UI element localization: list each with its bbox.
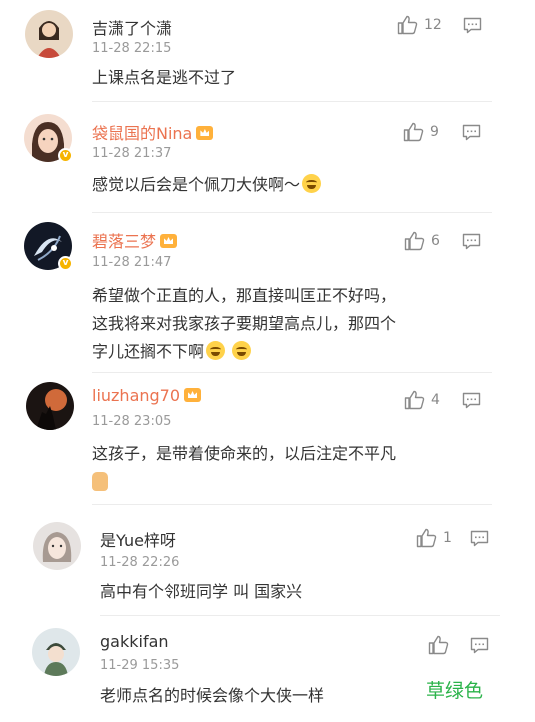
comment-icon: [470, 637, 489, 654]
like-button[interactable]: 6: [404, 231, 440, 251]
comment-text: 上课点名是逃不过了: [92, 64, 236, 92]
thumbs-up-emoji-icon: [92, 472, 108, 491]
username-text: 袋鼠国的Nina: [92, 124, 193, 143]
like-button[interactable]: 9: [403, 122, 439, 142]
divider: [92, 372, 492, 373]
divider: [100, 615, 500, 616]
timestamp: 11-29 15:35: [100, 658, 180, 673]
username[interactable]: gakkifan: [100, 632, 169, 651]
comment-line: 字儿还搁不下啊: [92, 338, 396, 366]
comment-icon: [462, 124, 481, 141]
comment-line: 希望做个正直的人，那直接叫匡正不好吗，: [92, 286, 397, 305]
thumbs-up-icon: [416, 528, 437, 548]
comment-text: 这孩子，是带着使命来的，以后注定不平凡: [92, 440, 396, 496]
username[interactable]: 吉潇了个潇: [92, 15, 172, 39]
like-count: 6: [431, 233, 440, 249]
username[interactable]: 是Yue梓呀: [100, 527, 176, 551]
comment-text: 感觉以后会是个佩刀大侠啊～: [92, 171, 322, 199]
comment-icon: [463, 17, 482, 34]
like-count: 12: [424, 17, 442, 33]
avatar[interactable]: [25, 10, 73, 58]
thumbs-up-icon: [428, 635, 449, 655]
comment-line: [92, 468, 396, 496]
comment-line: 老师点名的时候会像个大侠一样: [100, 686, 325, 705]
like-button[interactable]: [428, 635, 455, 655]
like-button[interactable]: 4: [404, 390, 440, 410]
thumbs-up-icon: [397, 15, 418, 35]
reply-button[interactable]: [463, 17, 482, 34]
comment-item: 吉潇了个潇 11-28 22:15 上课点名是逃不过了 12: [0, 0, 535, 100]
watermark: 草绿色: [425, 680, 483, 702]
divider: [92, 101, 492, 102]
reply-button[interactable]: [470, 637, 489, 654]
comment-icon: [462, 392, 481, 409]
like-count: 4: [431, 392, 440, 408]
comment-text: 希望做个正直的人，那直接叫匡正不好吗， 这我将来对我家孩子要期望高点儿，那四个 …: [92, 282, 396, 366]
emoji-icon: [206, 341, 226, 360]
comment-icon: [462, 233, 481, 250]
comment-line: 高中有个邻班同学 叫 国家兴: [100, 582, 303, 601]
thumbs-up-icon: [404, 390, 425, 410]
verified-badge-icon: v: [58, 148, 73, 163]
reply-button[interactable]: [462, 233, 481, 250]
comment-text: 高中有个邻班同学 叫 国家兴: [100, 578, 302, 606]
avatar[interactable]: [33, 522, 81, 570]
divider: [92, 504, 492, 505]
comment-line: 感觉以后会是个佩刀大侠啊～: [92, 171, 322, 199]
like-count: 9: [430, 124, 439, 140]
username[interactable]: liuzhang70: [92, 386, 202, 405]
username-text: 碧落三梦: [92, 232, 157, 251]
vip-crown-icon: [184, 388, 202, 402]
reply-button[interactable]: [470, 530, 489, 547]
like-count: 1: [443, 530, 452, 546]
username[interactable]: 碧落三梦: [92, 228, 178, 252]
emoji-icon: [232, 341, 252, 360]
timestamp: 11-28 23:05: [92, 414, 172, 429]
comment-line: 上课点名是逃不过了: [92, 68, 237, 87]
reply-button[interactable]: [462, 124, 481, 141]
like-button[interactable]: 12: [397, 15, 442, 35]
comment-text: 老师点名的时候会像个大侠一样: [100, 682, 324, 710]
comment-line: 这我将来对我家孩子要期望高点儿，那四个: [92, 314, 397, 333]
verified-badge-icon: v: [58, 256, 73, 271]
timestamp: 11-28 21:47: [92, 255, 172, 270]
vip-crown-icon: [196, 126, 214, 140]
timestamp: 11-28 22:26: [100, 555, 180, 570]
avatar[interactable]: [32, 628, 80, 676]
thumbs-up-icon: [404, 231, 425, 251]
comment-line: 这孩子，是带着使命来的，以后注定不平凡: [92, 444, 397, 463]
emoji-icon: [302, 174, 322, 193]
timestamp: 11-28 22:15: [92, 41, 172, 56]
avatar[interactable]: [26, 382, 74, 430]
reply-button[interactable]: [462, 392, 481, 409]
divider: [92, 212, 492, 213]
comment-icon: [470, 530, 489, 547]
thumbs-up-icon: [403, 122, 424, 142]
timestamp: 11-28 21:37: [92, 146, 172, 161]
vip-crown-icon: [160, 234, 178, 248]
username[interactable]: 袋鼠国的Nina: [92, 120, 214, 144]
username-text: liuzhang70: [92, 386, 181, 405]
like-button[interactable]: 1: [416, 528, 452, 548]
